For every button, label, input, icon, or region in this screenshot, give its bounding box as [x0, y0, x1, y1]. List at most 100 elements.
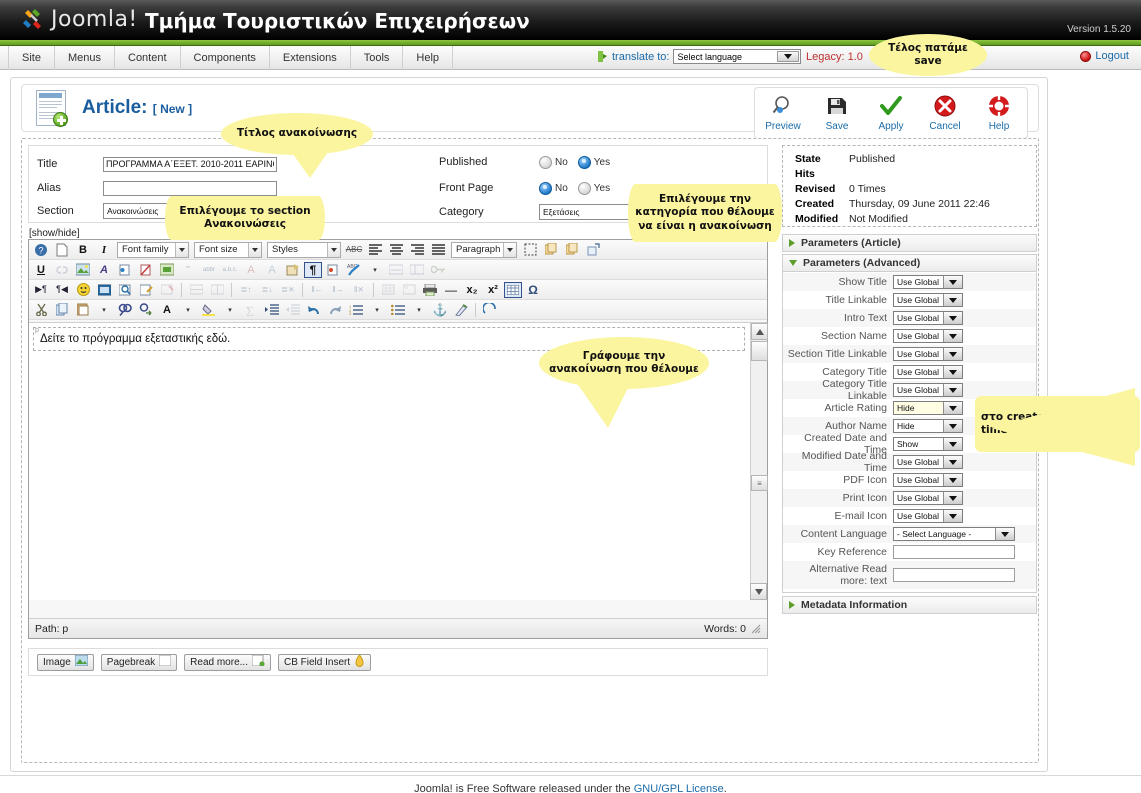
- frontpage-no-radio[interactable]: [539, 181, 552, 195]
- param-select[interactable]: Use Global: [893, 509, 963, 523]
- param-select[interactable]: Hide: [893, 401, 963, 415]
- param-select[interactable]: Use Global: [893, 473, 963, 487]
- new-document-icon[interactable]: [52, 241, 72, 259]
- logout-button[interactable]: Logout: [1080, 50, 1129, 62]
- strikethrough-icon[interactable]: ABC: [344, 241, 364, 259]
- menu-item-components[interactable]: Components: [181, 46, 270, 70]
- param-select[interactable]: Use Global: [893, 275, 963, 289]
- menu-item-site[interactable]: Site: [8, 46, 55, 70]
- delete-table-icon[interactable]: [157, 281, 177, 299]
- menu-item-content[interactable]: Content: [115, 46, 181, 70]
- acronym-icon[interactable]: a.b.c.: [220, 261, 240, 279]
- delete-col-icon[interactable]: ‖⨯: [349, 281, 369, 299]
- insert-after-icon[interactable]: [583, 241, 603, 259]
- unlink-icon[interactable]: [52, 261, 72, 279]
- redo-icon[interactable]: [325, 301, 345, 319]
- background-color-icon[interactable]: [199, 301, 219, 319]
- emoticon-icon[interactable]: [73, 281, 93, 299]
- text-color-icon[interactable]: A: [157, 301, 177, 319]
- bold-icon[interactable]: B: [73, 241, 93, 259]
- preview-editor-icon[interactable]: [115, 281, 135, 299]
- anchor-icon[interactable]: ⚓: [430, 301, 450, 319]
- insert-flash-icon[interactable]: [94, 281, 114, 299]
- remove-format-icon[interactable]: A: [241, 261, 261, 279]
- spellcheck-icon[interactable]: ABC: [344, 261, 364, 279]
- unlink-page-icon[interactable]: [136, 261, 156, 279]
- horizontal-rule-icon[interactable]: —: [441, 281, 461, 299]
- merge-cells-icon[interactable]: [186, 281, 206, 299]
- parameters-article-header[interactable]: Parameters (Article): [782, 234, 1037, 252]
- alt-readmore-input[interactable]: [893, 567, 1015, 582]
- insert-image-icon[interactable]: [73, 261, 93, 279]
- align-right-icon[interactable]: [407, 241, 427, 259]
- param-select[interactable]: Use Global: [893, 311, 963, 325]
- param-select[interactable]: Use Global: [893, 383, 963, 397]
- align-justify-icon[interactable]: [428, 241, 448, 259]
- help-circle-icon[interactable]: ?: [31, 241, 51, 259]
- menu-item-tools[interactable]: Tools: [351, 46, 404, 70]
- toggle-editor-icon[interactable]: [480, 301, 500, 319]
- italic-icon[interactable]: I: [94, 241, 114, 259]
- print-icon[interactable]: [420, 281, 440, 299]
- insert-table-icon[interactable]: [504, 281, 522, 298]
- param-select[interactable]: Use Global: [893, 365, 963, 379]
- param-select[interactable]: Use Global: [893, 347, 963, 361]
- outdent-icon[interactable]: [283, 301, 303, 319]
- superscript-icon[interactable]: x²: [483, 281, 503, 299]
- delete-row-icon[interactable]: ≣⨯: [278, 281, 298, 299]
- font-size-select[interactable]: Font size: [194, 241, 262, 258]
- resize-handle[interactable]: [751, 624, 761, 634]
- cb-field-insert-button[interactable]: CB Field Insert: [277, 653, 372, 671]
- language-select[interactable]: Select language: [673, 49, 802, 64]
- editor-scrollbar[interactable]: ≡: [750, 323, 768, 600]
- duplicate-icon[interactable]: [562, 241, 582, 259]
- insert-pagebreak-button[interactable]: Pagebreak: [100, 653, 178, 671]
- find-icon[interactable]: [115, 301, 135, 319]
- ordered-list-icon[interactable]: 123: [346, 301, 366, 319]
- insert-readmore-button[interactable]: Read more...: [184, 653, 271, 671]
- edit-html-icon[interactable]: [136, 281, 156, 299]
- font-family-select[interactable]: Font family: [117, 241, 189, 258]
- align-left-icon[interactable]: [365, 241, 385, 259]
- underline-icon[interactable]: U: [31, 261, 51, 279]
- cell-props-icon[interactable]: [399, 281, 419, 299]
- help-button[interactable]: Help: [977, 92, 1021, 132]
- page-properties-icon[interactable]: [283, 261, 303, 279]
- param-select[interactable]: Use Global: [893, 293, 963, 307]
- scroll-down-button[interactable]: [750, 583, 767, 600]
- blockquote-icon[interactable]: “”: [178, 261, 198, 279]
- remove-formatting-icon[interactable]: ∑: [241, 301, 261, 319]
- insert-col-after-icon[interactable]: ‖→: [328, 281, 348, 299]
- insert-col-before-icon[interactable]: ‖←: [307, 281, 327, 299]
- scroll-up-button[interactable]: [751, 323, 768, 340]
- frontpage-yes-radio[interactable]: [577, 181, 591, 195]
- param-select[interactable]: Show: [893, 437, 963, 451]
- table-props-icon[interactable]: [378, 281, 398, 299]
- param-select[interactable]: Hide: [893, 419, 963, 433]
- insert-row-before-icon[interactable]: ≣↑: [236, 281, 256, 299]
- insert-media-icon[interactable]: [157, 261, 177, 279]
- menu-item-help[interactable]: Help: [403, 46, 454, 70]
- alias-input[interactable]: [103, 180, 277, 196]
- copy-clipboard-icon[interactable]: [52, 301, 72, 319]
- split-cells-icon[interactable]: [207, 281, 227, 299]
- insert-horizontal-rule-icon[interactable]: [386, 261, 406, 279]
- content-language-select[interactable]: - Select Language -: [893, 527, 1015, 541]
- find-replace-icon[interactable]: [136, 301, 156, 319]
- insert-row-after-icon[interactable]: ≣↓: [257, 281, 277, 299]
- ltr-icon[interactable]: ▶¶: [31, 281, 51, 299]
- published-no-radio[interactable]: [539, 155, 552, 169]
- param-select[interactable]: Use Global: [893, 329, 963, 343]
- rtl-icon[interactable]: ¶◀: [52, 281, 72, 299]
- key-reference-input[interactable]: [893, 544, 1015, 559]
- cleanup-code-icon[interactable]: [451, 301, 471, 319]
- insert-link-icon[interactable]: [115, 261, 135, 279]
- cancel-button[interactable]: Cancel: [923, 92, 967, 132]
- insert-image-button[interactable]: Image: [37, 653, 94, 671]
- param-select[interactable]: Use Global: [893, 455, 963, 469]
- apply-button[interactable]: Apply: [869, 92, 913, 132]
- styles-select[interactable]: Styles: [267, 241, 341, 258]
- copy-icon[interactable]: [541, 241, 561, 259]
- showhide-toggle[interactable]: [show/hide]: [29, 228, 80, 239]
- menu-item-menus[interactable]: Menus: [55, 46, 115, 70]
